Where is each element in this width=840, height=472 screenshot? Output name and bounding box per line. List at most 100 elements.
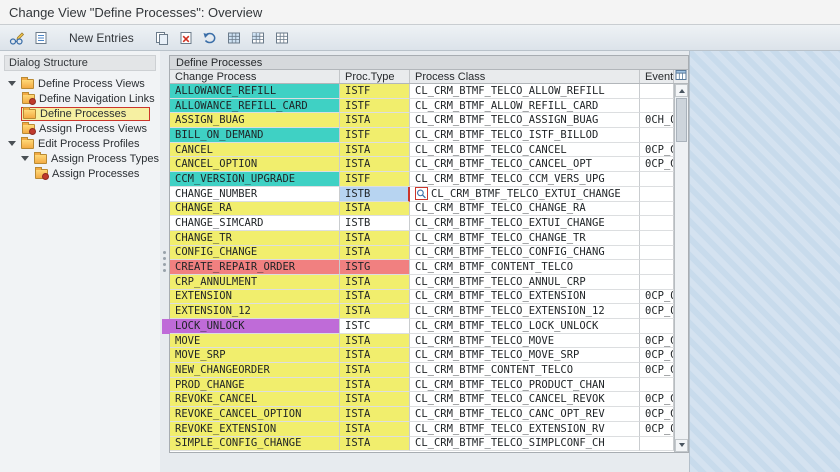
select-all-button[interactable] [222,27,246,48]
value-help-icon[interactable] [415,187,428,200]
cell-event[interactable]: 0CP_G [640,392,674,407]
cell-change-process[interactable]: CANCEL [170,143,340,158]
tree-item-define-processes[interactable]: Define Processes [4,106,160,121]
cell-process-class[interactable]: CL_CRM_BTMF_TELCO_SIMPLCONF_CH [410,437,640,452]
column-header-process-class[interactable]: Process Class [410,70,640,83]
cell-change-process[interactable]: MOVE_SRP [170,348,340,363]
cell-event[interactable]: 0CP_G [640,157,674,172]
cell-proc-type[interactable]: ISTG [340,260,410,275]
cell-change-process[interactable]: PROD_CHANGE [170,378,340,393]
table-settings-cell[interactable] [674,70,688,83]
cell-process-class[interactable]: CL_CRM_BTMF_TELCO_ANNUL_CRP [410,275,640,290]
cell-process-class[interactable]: CL_CRM_BTMF_TELCO_CCM_VERS_UPG [410,172,640,187]
select-block-button[interactable] [246,27,270,48]
delete-row-button[interactable] [174,27,198,48]
cell-event[interactable] [640,378,674,393]
cell-change-process[interactable]: BILL_ON_DEMAND [170,128,340,143]
cell-event[interactable]: 0CP_G [640,363,674,378]
cell-change-process[interactable]: MOVE [170,334,340,349]
cell-process-class[interactable]: CL_CRM_BTMF_TELCO_CANCEL_REVOK [410,392,640,407]
cell-proc-type[interactable]: ISTA [340,363,410,378]
caret-down-icon[interactable] [8,141,16,146]
cell-change-process[interactable]: CHANGE_NUMBER [170,187,340,202]
cell-change-process[interactable]: CRP_ANNULMENT [170,275,340,290]
cell-proc-type[interactable]: ISTB [340,187,410,202]
cell-process-class[interactable]: CL_CRM_BTMF_TELCO_PRODUCT_CHAN [410,378,640,393]
cell-proc-type[interactable]: ISTC [340,319,410,334]
cell-process-class[interactable]: CL_CRM_BTMF_TELCO_EXTENSION [410,290,640,305]
cell-event[interactable]: 0CP_G [640,348,674,363]
cell-change-process[interactable]: CHANGE_RA [170,202,340,217]
cell-proc-type[interactable]: ISTA [340,422,410,437]
cell-process-class[interactable]: CL_CRM_BTMF_TELCO_CANCEL [410,143,640,158]
cell-event[interactable]: 0CH_O [640,113,674,128]
new-entries-button[interactable]: New Entries [59,27,144,48]
cell-change-process[interactable]: CHANGE_TR [170,231,340,246]
cell-change-process[interactable]: EXTENSION [170,290,340,305]
cell-proc-type[interactable]: ISTA [340,348,410,363]
tree-item-content[interactable]: Assign Process Types [33,152,162,166]
tree-item-content[interactable]: Define Navigation Links [21,92,158,106]
cell-process-class[interactable]: CL_CRM_BTMF_TELCO_EXTENSION_RV [410,422,640,437]
cell-process-class[interactable]: CL_CRM_BTMF_TELCO_ISTF_BILLOD [410,128,640,143]
cell-process-class[interactable]: CL_CRM_BTMF_TELCO_CONFIG_CHANG [410,246,640,261]
cell-event[interactable] [640,260,674,275]
cell-process-class[interactable]: CL_CRM_BTMF_ALLOW_REFILL_CARD [410,99,640,114]
cell-event[interactable]: 0CP_O [640,304,674,319]
cell-proc-type[interactable]: ISTF [340,99,410,114]
cell-change-process[interactable]: LOCK_UNLOCK [170,319,340,334]
cell-process-class[interactable]: CL_CRM_BTMF_TELCO_LOCK_UNLOCK [410,319,640,334]
caret-down-icon[interactable] [8,81,16,86]
cell-event[interactable] [640,128,674,143]
cell-event[interactable] [640,84,674,99]
cell-proc-type[interactable]: ISTA [340,202,410,217]
cell-event[interactable] [640,99,674,114]
deselect-all-button[interactable] [270,27,294,48]
cell-process-class[interactable]: CL_CRM_BTMF_CONTENT_TELCO [410,260,640,275]
cell-process-class[interactable]: CL_CRM_BTMF_TELCO_EXTUI_CHANGE [410,216,640,231]
cell-change-process[interactable]: CREATE_REPAIR_ORDER [170,260,340,275]
cell-proc-type[interactable]: ISTA [340,113,410,128]
cell-proc-type[interactable]: ISTA [340,437,410,452]
splitter-handle-icon[interactable] [163,251,166,272]
cell-change-process[interactable]: CONFIG_CHANGE [170,246,340,261]
tree-item-content[interactable]: Define Process Views [20,77,148,91]
cell-event[interactable] [640,202,674,217]
cell-change-process[interactable]: ALLOWANCE_REFILL [170,84,340,99]
cell-process-class[interactable]: CL_CRM_BTMF_TELCO_ASSIGN_BUAG [410,113,640,128]
cell-event[interactable] [640,231,674,246]
scroll-down-button[interactable] [675,439,688,452]
cell-proc-type[interactable]: ISTA [340,246,410,261]
tree-item-assign-process-types[interactable]: Assign Process Types [4,151,160,166]
cell-process-class[interactable]: CL_CRM_BTMF_TELCO_EXTUI_CHANGE [410,187,640,202]
tree-item-content[interactable]: Assign Processes [34,167,142,181]
cell-event[interactable] [640,246,674,261]
table-configuration-icon[interactable] [675,70,687,83]
cell-change-process[interactable]: ALLOWANCE_REFILL_CARD [170,99,340,114]
cell-event[interactable] [640,187,674,202]
cell-event[interactable] [640,437,674,452]
cell-event[interactable] [640,319,674,334]
cell-proc-type[interactable]: ISTA [340,290,410,305]
cell-event[interactable] [640,216,674,231]
cell-proc-type[interactable]: ISTF [340,172,410,187]
cell-proc-type[interactable]: ISTA [340,143,410,158]
cell-change-process[interactable]: EXTENSION_12 [170,304,340,319]
cell-change-process[interactable]: REVOKE_EXTENSION [170,422,340,437]
tree-item-content[interactable]: Edit Process Profiles [20,137,142,151]
cell-process-class[interactable]: CL_CRM_BTMF_TELCO_MOVE [410,334,640,349]
tree-item-assign-processes[interactable]: Assign Processes [4,166,160,181]
column-header-change-process[interactable]: Change Process [170,70,340,83]
vertical-scrollbar[interactable] [674,84,688,452]
tree-item-content[interactable]: Define Processes [21,107,150,121]
scroll-up-button[interactable] [675,84,688,97]
copy-as-button[interactable] [150,27,174,48]
cell-change-process[interactable]: CHANGE_SIMCARD [170,216,340,231]
cell-process-class[interactable]: CL_CRM_BTMF_TELCO_MOVE_SRP [410,348,640,363]
cell-proc-type[interactable]: ISTA [340,392,410,407]
scrollbar-thumb[interactable] [676,98,687,142]
cell-process-class[interactable]: CL_CRM_BTMF_TELCO_EXTENSION_12 [410,304,640,319]
cell-process-class[interactable]: CL_CRM_BTMF_TELCO_CANCEL_OPT [410,157,640,172]
tree-item-assign-process-views[interactable]: Assign Process Views [4,121,160,136]
tree-item-edit-process-profiles[interactable]: Edit Process Profiles [4,136,160,151]
